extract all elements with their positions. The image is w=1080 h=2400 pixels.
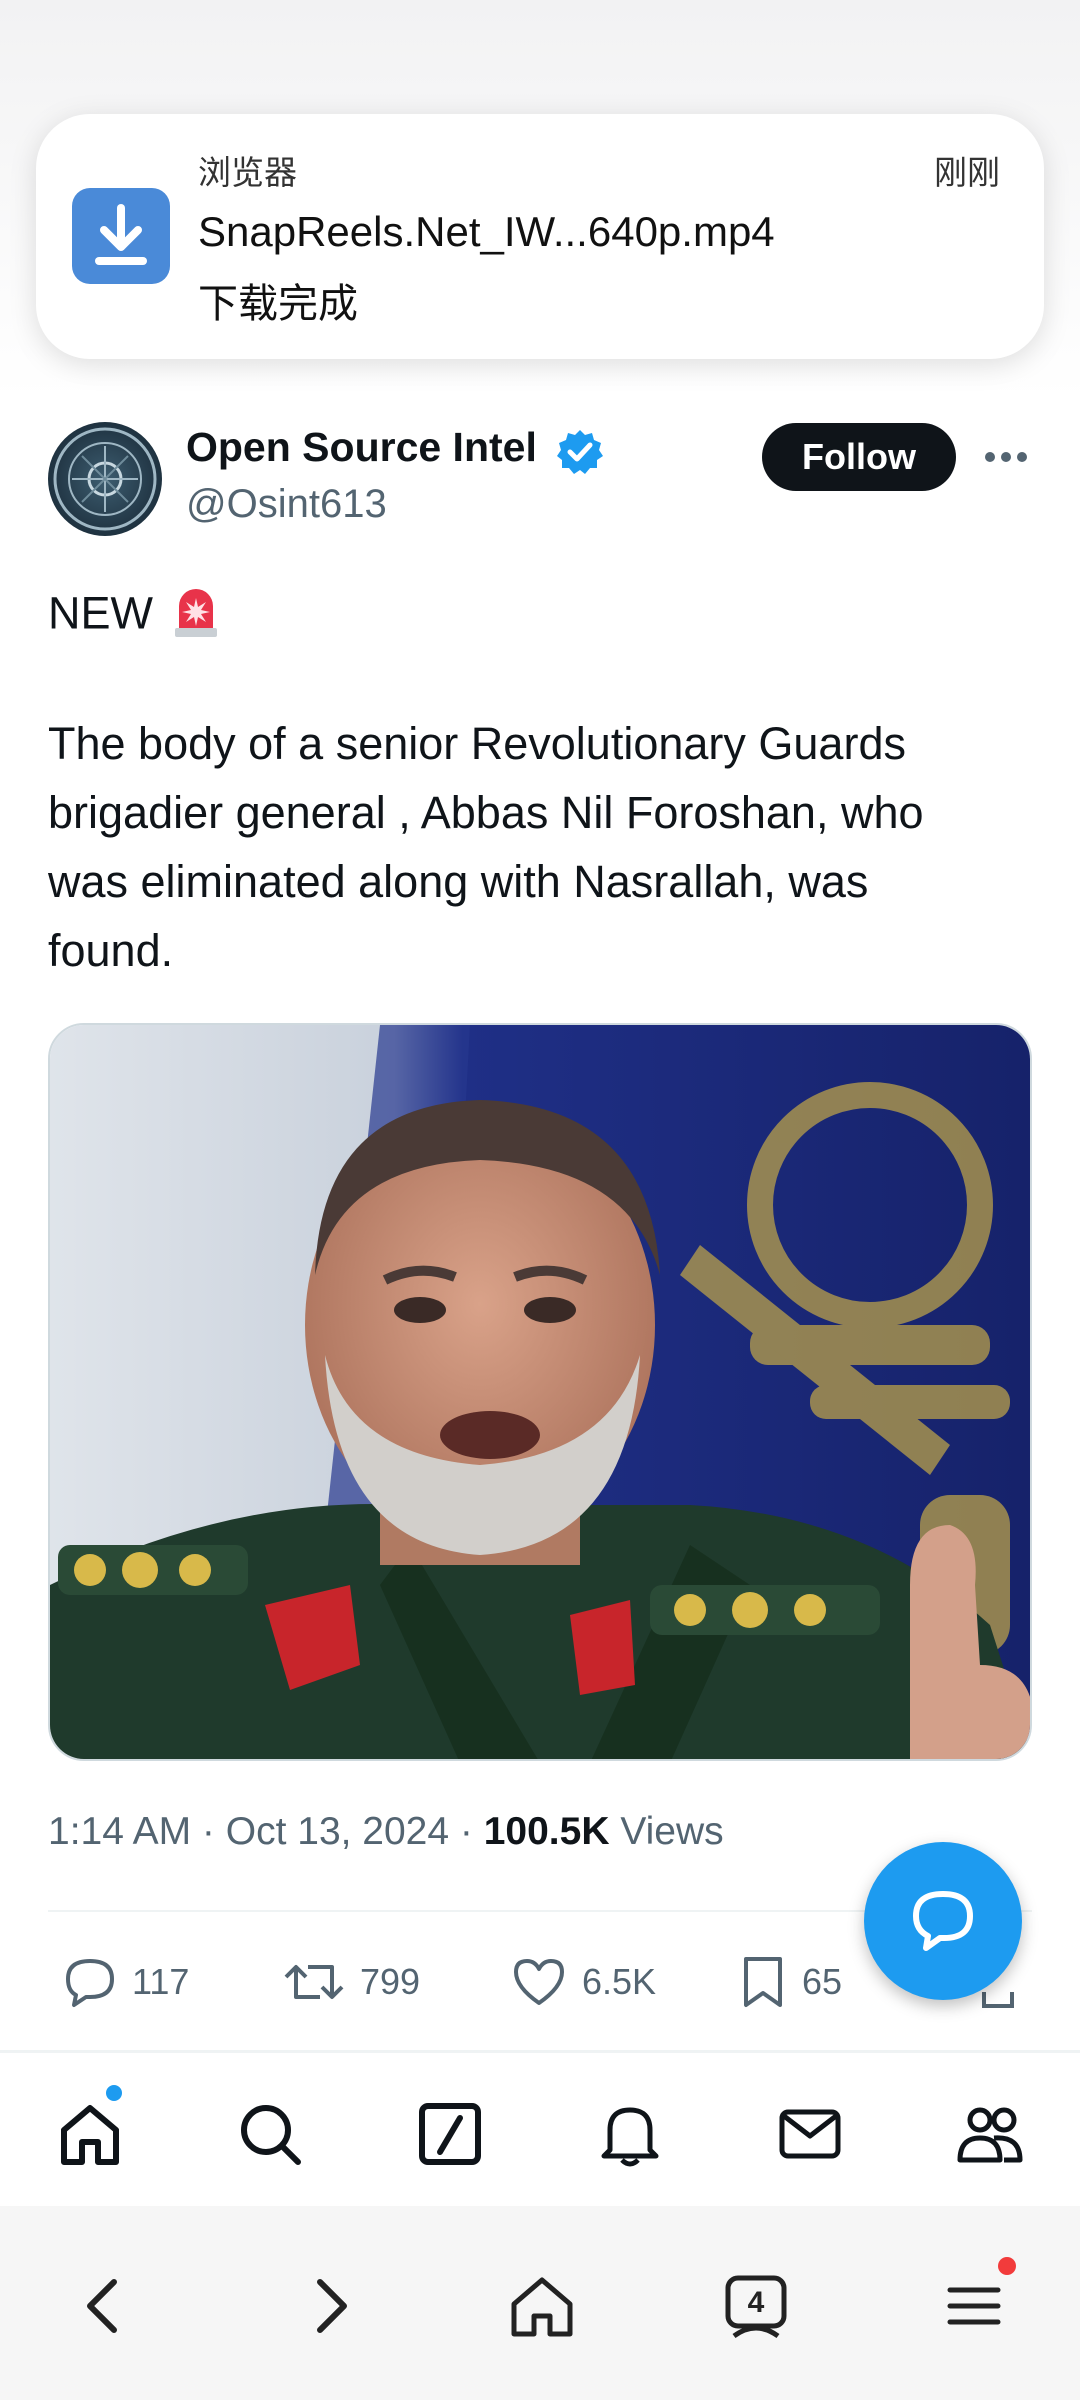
messages-icon[interactable] bbox=[774, 2098, 846, 2170]
menu-icon[interactable] bbox=[934, 2266, 1014, 2346]
compose-reply-button[interactable] bbox=[864, 1842, 1022, 2000]
tweet-text-line: brigadier general , Abbas Nil Foroshan, … bbox=[48, 787, 924, 838]
tweet-text-line: found. bbox=[48, 925, 174, 976]
notification-title: SnapReels.Net_IW...640p.mp4 bbox=[198, 208, 775, 255]
retweet-count: 799 bbox=[360, 1961, 421, 2002]
search-icon[interactable] bbox=[234, 2098, 306, 2170]
divider bbox=[0, 2050, 1080, 2053]
back-icon[interactable] bbox=[66, 2266, 146, 2346]
home-notification-dot bbox=[106, 2085, 122, 2101]
avatar[interactable] bbox=[48, 422, 162, 536]
notifications-icon[interactable] bbox=[594, 2098, 666, 2170]
notification-status: 下载完成 bbox=[198, 282, 358, 326]
author-name[interactable]: Open Source Intel bbox=[186, 424, 537, 471]
reply-count: 117 bbox=[132, 1961, 190, 2002]
reply-button[interactable]: 117 bbox=[60, 1952, 189, 2012]
bookmark-icon bbox=[744, 1957, 782, 2007]
bookmark-count: 65 bbox=[802, 1961, 843, 2002]
reply-icon bbox=[66, 1959, 114, 2007]
home-icon[interactable] bbox=[54, 2098, 126, 2170]
notification-time: 刚刚 bbox=[934, 154, 1000, 191]
tweet-text-line: The body of a senior Revolutionary Guard… bbox=[48, 718, 906, 769]
communities-icon[interactable] bbox=[954, 2098, 1026, 2170]
retweet-icon bbox=[284, 1965, 344, 1999]
tweet-text-line: was eliminated along with Nasrallah, was bbox=[48, 856, 869, 907]
browser-home-icon[interactable] bbox=[502, 2266, 582, 2346]
tab-count: 4 bbox=[748, 2286, 765, 2319]
views-count: 100.5K bbox=[483, 1810, 610, 1853]
author-handle[interactable]: @Osint613 bbox=[186, 482, 387, 527]
tweet-timestamp[interactable]: 1:14 AM · Oct 13, 2024 · 100.5K Views bbox=[48, 1810, 724, 1854]
timestamp-text: 1:14 AM · Oct 13, 2024 · bbox=[48, 1810, 484, 1853]
police-light-icon bbox=[167, 582, 225, 651]
follow-button[interactable]: Follow bbox=[762, 423, 956, 491]
views-label: Views bbox=[609, 1810, 724, 1853]
tabs-icon[interactable]: 4 bbox=[716, 2266, 796, 2346]
download-icon bbox=[72, 188, 170, 284]
bookmark-button[interactable]: 65 bbox=[738, 1952, 842, 2012]
retweet-button[interactable]: 799 bbox=[282, 1952, 420, 2012]
like-button[interactable]: 6.5K bbox=[510, 1952, 656, 2012]
chat-bubble-icon bbox=[913, 1891, 973, 1951]
notification-app-name: 浏览器 bbox=[198, 154, 297, 191]
verified-badge-icon bbox=[556, 428, 604, 476]
tweet-text-line: NEW bbox=[48, 582, 225, 651]
menu-notification-dot bbox=[998, 2257, 1016, 2275]
tweet-photo[interactable] bbox=[48, 1023, 1032, 1761]
more-options-icon[interactable] bbox=[984, 445, 1028, 469]
bottom-tab-bar bbox=[0, 2060, 1080, 2206]
heart-icon bbox=[514, 1959, 564, 2005]
forward-icon[interactable] bbox=[288, 2266, 368, 2346]
grok-icon[interactable] bbox=[414, 2098, 486, 2170]
tweet-text-prefix: NEW bbox=[48, 587, 153, 639]
download-notification[interactable]: 浏览器 刚刚 SnapReels.Net_IW...640p.mp4 下载完成 bbox=[36, 114, 1044, 359]
like-count: 6.5K bbox=[582, 1961, 657, 2002]
